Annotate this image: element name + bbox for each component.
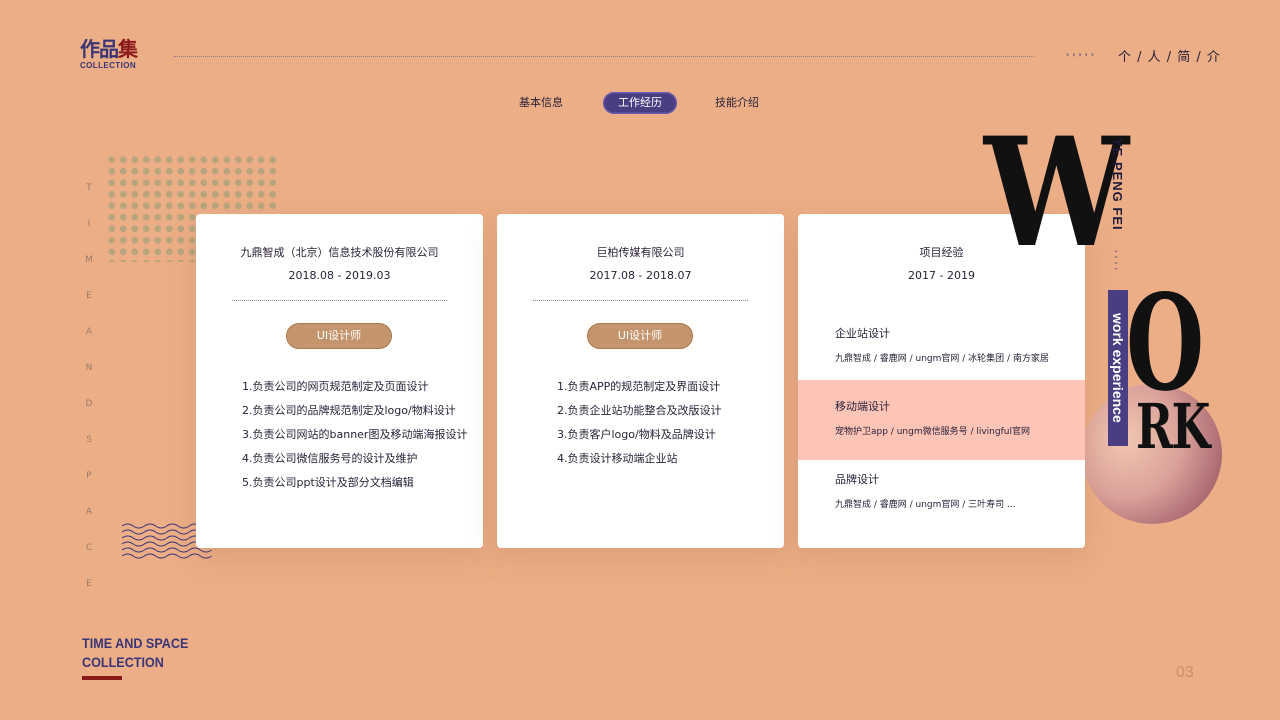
project-detail: 九鼎智成 / 睿鹿网 / ungm官网 / 三叶寿司 ... [835, 500, 1016, 510]
project-name: 移动端设计 [835, 400, 890, 413]
duty-item: 5.负责公司ppt设计及部分文档编辑 [242, 476, 414, 489]
project-item-highlighted: 移动端设计 宠物护卫app / ungm微信服务号 / livingful官网 [798, 380, 1085, 460]
side-letter: E [86, 579, 92, 589]
project-name: 品牌设计 [835, 473, 879, 486]
duty-list: 1.负责APP的规范制定及界面设计 2.负责企业站功能整合及改版设计 3.负责客… [557, 379, 722, 475]
side-letter: M [85, 255, 93, 265]
side-letter: P [86, 471, 92, 481]
logo: 作品集 COLLECTION [80, 38, 150, 70]
header-divider [174, 56, 1034, 57]
logo-subtitle: COLLECTION [80, 61, 136, 70]
duty-item: 3.负责客户logo/物料及品牌设计 [557, 428, 716, 441]
duty-item: 4.负责公司微信服务号的设计及维护 [242, 452, 418, 465]
side-letter: A [85, 507, 93, 517]
experience-card-2: 巨柏传媒有限公司 2017.08 - 2018.07 UI设计师 1.负责APP… [497, 214, 784, 548]
duty-item: 1.负责公司的网页规范制定及页面设计 [242, 380, 429, 393]
footer-accent-bar [82, 676, 122, 680]
duty-item: 1.负责APP的规范制定及界面设计 [557, 380, 721, 393]
company-name: 九鼎智成（北京）信息技术股份有限公司 [240, 246, 439, 259]
employment-period: 2018.08 - 2019.03 [288, 269, 391, 282]
project-detail: 九鼎智成 / 睿鹿网 / ungm官网 / 冰轮集团 / 南方家居 [835, 354, 1049, 364]
role-badge: UI设计师 [587, 323, 693, 349]
tab-skills[interactable]: 技能介绍 [706, 92, 768, 114]
tab-basic-info[interactable]: 基本信息 [510, 92, 572, 114]
logo-title-accent: 集 [118, 37, 138, 61]
project-item: 品牌设计 九鼎智成 / 睿鹿网 / ungm官网 / 三叶寿司 ... [798, 453, 1085, 533]
decor-letter-w: W [984, 105, 1129, 281]
side-letter: N [85, 363, 93, 373]
experience-card-1: 九鼎智成（北京）信息技术股份有限公司 2018.08 - 2019.03 UI设… [196, 214, 483, 548]
page-number: 03 [1176, 664, 1194, 681]
side-letter: T [86, 183, 92, 193]
card-divider [533, 300, 748, 301]
vertical-band: work experience [1108, 290, 1128, 446]
vertical-band-text: work experience [1110, 313, 1126, 423]
side-vertical-text: T I M E A N D S P A C E [82, 182, 96, 590]
footer-title: TIME AND SPACE COLLECTION [82, 634, 188, 672]
project-detail: 宠物护卫app / ungm微信服务号 / livingful官网 [835, 427, 1030, 437]
logo-title-main: 作品 [80, 37, 119, 61]
side-letter: I [87, 219, 91, 229]
decor-letters-rk: RK [1136, 390, 1210, 463]
role-badge: UI设计师 [286, 323, 392, 349]
vertical-arrows-icon: ›››› [1112, 250, 1120, 274]
side-letter: C [85, 543, 93, 553]
header-title: 个 / 人 / 简 / 介 [1118, 50, 1221, 65]
employment-period: 2017.08 - 2018.07 [589, 269, 692, 282]
duty-item: 4.负责设计移动端企业站 [557, 452, 678, 465]
side-letter: E [86, 291, 92, 301]
vertical-name: YE PENG FEI [1110, 138, 1125, 231]
duty-item: 3.负责公司网站的banner图及移动端海报设计 [242, 428, 468, 441]
project-item: 企业站设计 九鼎智成 / 睿鹿网 / ungm官网 / 冰轮集团 / 南方家居 [798, 307, 1085, 387]
logo-title: 作品集 [80, 38, 150, 60]
duty-list: 1.负责公司的网页规范制定及页面设计 2.负责公司的品牌规范制定及logo/物料… [242, 379, 467, 499]
company-name: 巨柏传媒有限公司 [596, 246, 685, 259]
side-letter: D [85, 399, 93, 409]
tab-work-experience[interactable]: 工作经历 [603, 92, 677, 114]
project-name: 企业站设计 [835, 327, 890, 340]
footer-line-2: COLLECTION [82, 654, 164, 670]
header-arrows-icon: ››››› [1066, 50, 1097, 59]
duty-item: 2.负责公司的品牌规范制定及logo/物料设计 [242, 404, 456, 417]
side-letter: S [86, 435, 92, 445]
footer-line-1: TIME AND SPACE [82, 635, 189, 651]
card-divider [232, 300, 447, 301]
side-letter: A [85, 327, 93, 337]
duty-item: 2.负责企业站功能整合及改版设计 [557, 404, 722, 417]
